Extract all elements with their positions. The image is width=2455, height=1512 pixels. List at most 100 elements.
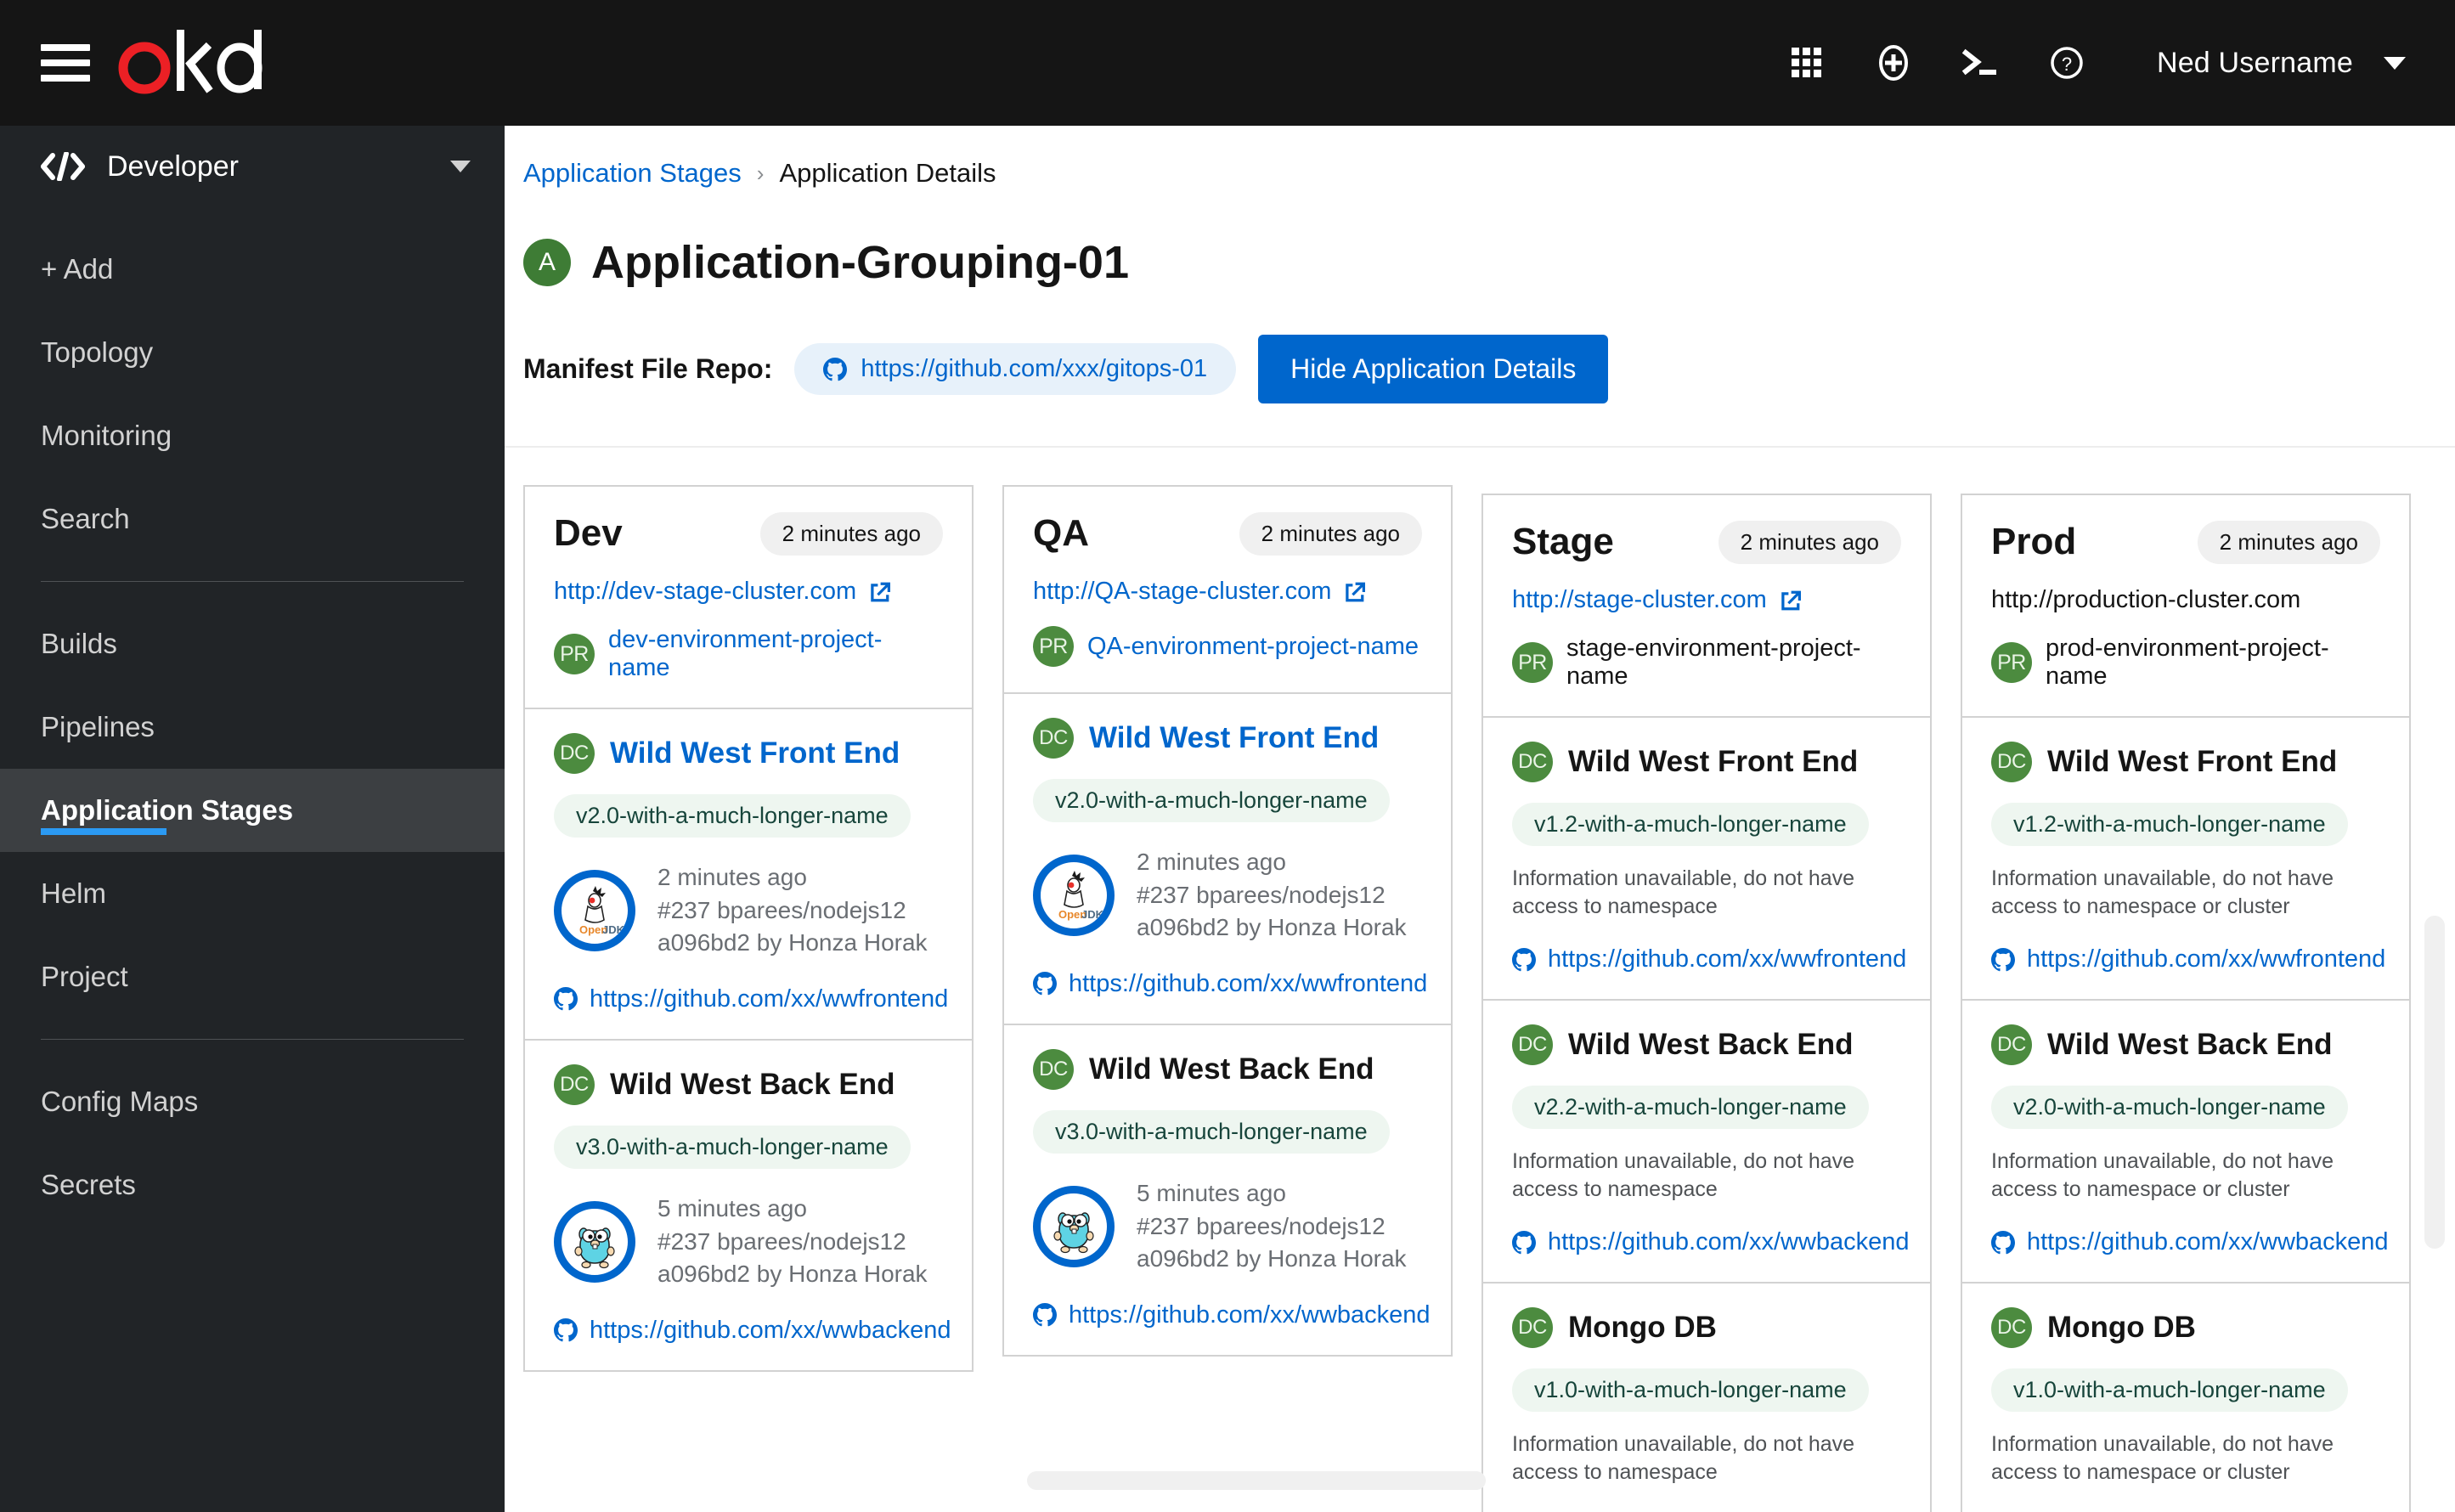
help-circle-icon[interactable]: ? bbox=[2045, 41, 2089, 85]
vertical-scrollbar[interactable] bbox=[2424, 916, 2445, 1249]
golang-gopher-logo bbox=[1033, 1185, 1115, 1267]
github-repo-link[interactable]: https://github.com/xx/wwfrontend bbox=[554, 985, 948, 1013]
github-repo-link[interactable]: https://github.com/xx/wwbackend bbox=[554, 1317, 951, 1345]
okd-logo[interactable] bbox=[114, 29, 301, 97]
stage-column-stage: Stage 2 minutes ago http://stage-cluster… bbox=[1481, 494, 1932, 1512]
sidebar-item-pipelines[interactable]: Pipelines bbox=[0, 685, 505, 769]
sidebar-item-label: Topology bbox=[41, 336, 154, 368]
unavailable-message: Information unavailable, do not have acc… bbox=[1991, 1432, 2334, 1484]
horizontal-scrollbar[interactable] bbox=[1027, 1471, 1486, 1490]
deployment-config-badge: DC bbox=[1033, 718, 1074, 759]
cluster-url-link[interactable]: http://stage-cluster.com bbox=[1512, 586, 1901, 614]
version-badge: v2.0-with-a-much-longer-name bbox=[1991, 1086, 2348, 1129]
deployment-card: DC Wild West Back End v2.2-with-a-much-l… bbox=[1481, 1001, 1932, 1284]
deployment-name-link[interactable]: Wild West Front End bbox=[610, 736, 900, 770]
sidebar-item-config-maps[interactable]: Config Maps bbox=[0, 1060, 505, 1143]
deployment-name[interactable]: Wild West Back End bbox=[1568, 1028, 1854, 1062]
sidebar-item-helm[interactable]: Helm bbox=[0, 852, 505, 935]
deployment-name[interactable]: Wild West Front End bbox=[1568, 745, 1858, 779]
unavailable-message: Information unavailable, do not have acc… bbox=[1512, 1149, 1855, 1201]
stage-header-card: QA 2 minutes ago http://QA-stage-cluster… bbox=[1002, 485, 1453, 694]
stage-name: Prod bbox=[1991, 521, 2077, 562]
github-icon bbox=[1991, 1230, 2015, 1254]
sidebar-item-application-stages[interactable]: Application Stages bbox=[0, 769, 505, 852]
sidebar-nav-secondary: Builds Pipelines Application Stages Helm… bbox=[0, 602, 505, 1018]
project-row: PR QA-environment-project-name bbox=[1033, 626, 1422, 667]
build-ref: #237 bparees/nodejs12 bbox=[657, 1227, 906, 1255]
sidebar-item-add[interactable]: + Add bbox=[0, 228, 505, 311]
stage-timestamp-badge: 2 minutes ago bbox=[1239, 512, 1422, 556]
build-metadata: 5 minutes ago #237 bparees/nodejs12 a096… bbox=[1137, 1177, 1407, 1276]
svg-text:JDK: JDK bbox=[602, 923, 624, 936]
deployment-name[interactable]: Wild West Front End bbox=[2047, 745, 2337, 779]
app-launcher-icon[interactable] bbox=[1785, 41, 1829, 85]
version-badge: v1.0-with-a-much-longer-name bbox=[1512, 1368, 1869, 1412]
perspective-label: Developer bbox=[107, 150, 239, 183]
deployment-card: DC Wild West Front End v2.0-with-a-much-… bbox=[1002, 694, 1453, 1025]
manifest-repo-link[interactable]: https://github.com/xxx/gitops-01 bbox=[794, 343, 1237, 395]
sidebar-item-monitoring[interactable]: Monitoring bbox=[0, 394, 505, 477]
user-name-label: Ned Username bbox=[2156, 46, 2353, 79]
hamburger-menu-icon[interactable] bbox=[41, 44, 90, 82]
github-repo-link[interactable]: https://github.com/xx/wwfrontend bbox=[1033, 970, 1427, 998]
build-time: 5 minutes ago bbox=[1137, 1179, 1286, 1206]
github-url: https://github.com/xx/wwfrontend bbox=[1069, 969, 1428, 997]
user-menu[interactable]: Ned Username bbox=[2157, 47, 2406, 80]
sidebar-item-project[interactable]: Project bbox=[0, 935, 505, 1018]
github-repo-link[interactable]: https://github.com/xx/wwbackend bbox=[1512, 1228, 1910, 1256]
sidebar-item-builds[interactable]: Builds bbox=[0, 602, 505, 685]
sidebar-item-label: Project bbox=[41, 961, 128, 992]
build-ref: #237 bparees/nodejs12 bbox=[1137, 1212, 1386, 1239]
deployment-name[interactable]: Wild West Back End bbox=[2047, 1028, 2333, 1062]
plus-circle-icon[interactable] bbox=[1871, 41, 1916, 85]
deployment-card: DC Wild West Back End v2.0-with-a-much-l… bbox=[1961, 1001, 2411, 1284]
github-repo-link[interactable]: https://github.com/xx/wwbackend bbox=[1033, 1301, 1431, 1329]
github-repo-link[interactable]: https://github.com/xx/wwfrontend bbox=[1512, 945, 1906, 973]
application-badge: A bbox=[523, 239, 571, 286]
deployment-card: DC Wild West Back End v3.0-with-a-much-l… bbox=[1002, 1024, 1453, 1357]
deployment-name[interactable]: Wild West Back End bbox=[1089, 1052, 1374, 1086]
sidebar-item-label: Helm bbox=[41, 877, 107, 909]
project-name-link[interactable]: QA-environment-project-name bbox=[1087, 633, 1419, 661]
deployment-card: DC Wild West Front End v1.2-with-a-much-… bbox=[1961, 718, 2411, 1001]
sidebar-item-search[interactable]: Search bbox=[0, 477, 505, 561]
cluster-url-text: http://QA-stage-cluster.com bbox=[1033, 578, 1332, 605]
deployment-config-badge: DC bbox=[554, 1063, 595, 1105]
cluster-url-link[interactable]: http://dev-stage-cluster.com bbox=[554, 578, 943, 606]
terminal-icon[interactable] bbox=[1958, 41, 2002, 85]
chevron-down-icon[interactable] bbox=[2384, 56, 2406, 70]
deployment-config-badge: DC bbox=[1512, 742, 1553, 782]
github-url: https://github.com/xx/wwfrontend bbox=[2027, 945, 2386, 973]
breadcrumb-parent-link[interactable]: Application Stages bbox=[523, 158, 742, 189]
page-title: A Application-Grouping-01 bbox=[505, 189, 2455, 289]
github-repo-link[interactable]: https://github.com/xx/wwfrontend bbox=[1991, 945, 2385, 973]
svg-text:?: ? bbox=[2062, 54, 2072, 75]
sidebar-item-secrets[interactable]: Secrets bbox=[0, 1143, 505, 1227]
chevron-down-icon[interactable] bbox=[450, 161, 471, 172]
version-badge: v1.2-with-a-much-longer-name bbox=[1512, 803, 1869, 846]
github-repo-link[interactable]: https://github.com/xx/wwbackend bbox=[1991, 1228, 2389, 1256]
github-url: https://github.com/xx/wwbackend bbox=[1548, 1228, 1910, 1255]
deployment-name[interactable]: Mongo DB bbox=[2047, 1311, 2196, 1345]
manifest-repo-row: Manifest File Repo: https://github.com/x… bbox=[505, 289, 2455, 403]
deployment-name-link[interactable]: Wild West Front End bbox=[1089, 721, 1379, 755]
sidebar-item-label: Monitoring bbox=[41, 420, 172, 451]
main-content: Application Stages › Application Details… bbox=[505, 126, 2455, 1512]
deployment-card: DC Wild West Front End v1.2-with-a-much-… bbox=[1481, 718, 1932, 1001]
build-info-row: 5 minutes ago #237 bparees/nodejs12 a096… bbox=[1033, 1177, 1422, 1276]
build-commit: a096bd2 by Honza Horak bbox=[1137, 914, 1407, 941]
hide-application-details-button[interactable]: Hide Application Details bbox=[1258, 335, 1609, 403]
github-url: https://github.com/xx/wwfrontend bbox=[590, 984, 949, 1013]
project-name-link[interactable]: dev-environment-project-name bbox=[608, 626, 943, 682]
build-time: 5 minutes ago bbox=[657, 1194, 807, 1221]
perspective-switcher[interactable]: Developer bbox=[0, 126, 505, 207]
code-brackets-icon bbox=[41, 152, 85, 181]
version-badge: v1.2-with-a-much-longer-name bbox=[1991, 803, 2348, 846]
deployment-config-badge: DC bbox=[1991, 742, 2032, 782]
sidebar-item-topology[interactable]: Topology bbox=[0, 311, 505, 394]
cluster-url-link[interactable]: http://QA-stage-cluster.com bbox=[1033, 578, 1422, 606]
deployment-name[interactable]: Wild West Back End bbox=[610, 1068, 895, 1102]
sidebar-item-label: Config Maps bbox=[41, 1086, 199, 1117]
deployment-name[interactable]: Mongo DB bbox=[1568, 1311, 1717, 1345]
svg-text:JDK: JDK bbox=[1081, 908, 1103, 921]
